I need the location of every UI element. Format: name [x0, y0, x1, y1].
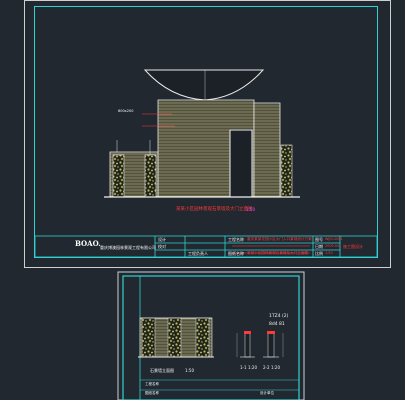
title-block-bottom [140, 379, 299, 391]
detail-section-b [263, 331, 284, 358]
tb-stage-value: 施工图设计 [343, 244, 363, 249]
tb-date-value: 2009.04 [325, 244, 340, 248]
detail-b-scale: 1:20 [271, 365, 280, 370]
tb-drawing-value: 某某小区园林景观石景墙及大门立面图 [247, 251, 309, 255]
note-line-1: 1TZ4 (2) [269, 314, 289, 319]
canopy-bowl [143, 69, 265, 101]
detail-a-scale: 1:20 [248, 365, 257, 370]
tb-design-label: 设计 [158, 237, 166, 242]
bottom-tb-row2: 图纸名称 [145, 391, 159, 395]
tb-number-value: WJJG-0001 [325, 237, 343, 241]
drawing-canvas [34, 69, 378, 400]
bottom-stone-3 [195, 317, 210, 358]
bottom-tb-row3: 设计单位 [260, 391, 274, 395]
detail-section-a [236, 331, 255, 358]
tb-project-label: 工程名称 [228, 237, 244, 242]
stone-column-left [112, 154, 125, 198]
tb-number-label: 图号 [315, 237, 323, 242]
company-name: 重庆博澳园林景观工程有限公司 [100, 245, 156, 250]
detail-b-caption: 2-2 [263, 365, 270, 370]
callout-label: 600x200 [118, 109, 134, 113]
stone-column-right [280, 144, 293, 198]
drawing-caption-top: 某某小区园林景观石景墙及大门立面图 [176, 207, 253, 212]
elevation-caption: 石景墙立面图 [150, 368, 174, 373]
tb-project-value: 重庆某某花园小区大门入口景观设计方案 [247, 237, 312, 241]
tb-check-label: 校对 [158, 244, 166, 249]
tb-scale-label: 比例 [315, 251, 323, 256]
tb-drawing-label: 图纸名称 [228, 251, 244, 256]
detail-a-caption: 1-1 [240, 365, 247, 370]
caption-scale-top: 1:50 [246, 207, 255, 212]
tb-date-label: 日期 [315, 244, 323, 249]
tb-approve-label: 工程负责人 [188, 251, 208, 256]
right-wall [253, 102, 281, 198]
bottom-tb-row1: 工程名称 [145, 382, 159, 386]
company-logo: BOAO. [75, 239, 101, 248]
door-opening [229, 129, 253, 198]
note-line-2: 8d4 81 [269, 322, 285, 327]
tb-scale-value: 1:50 [325, 251, 333, 255]
bottom-stone-1 [141, 317, 156, 358]
stone-column-mid [144, 154, 157, 198]
elevation-scale: 1:50 [185, 368, 194, 373]
bottom-stone-2 [167, 317, 182, 358]
